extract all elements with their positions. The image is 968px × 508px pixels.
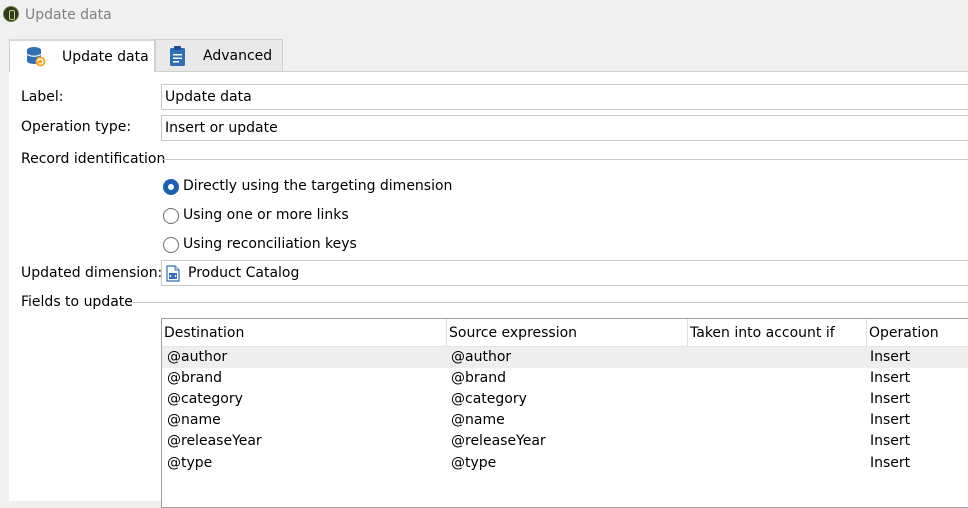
cell-source: @releaseYear	[451, 433, 546, 449]
operation-type-select[interactable]: Insert or update	[161, 115, 968, 141]
radio-button[interactable]	[163, 237, 179, 253]
schema-file-icon	[166, 265, 180, 282]
radio-label: Using reconciliation keys	[183, 236, 357, 252]
database-refresh-icon	[26, 47, 46, 67]
cell-operation: Insert	[870, 412, 911, 428]
table-row[interactable]: @type @type Insert	[162, 453, 968, 474]
cell-destination: @name	[167, 412, 221, 428]
table-row[interactable]: @brand @brand Insert	[162, 368, 968, 389]
column-header-operation[interactable]: Operation	[867, 319, 968, 346]
cell-destination: @brand	[167, 370, 222, 386]
cell-operation: Insert	[870, 349, 911, 365]
cell-operation: Insert	[870, 391, 911, 407]
tab-advanced[interactable]: Advanced	[155, 39, 283, 71]
fields-table[interactable]: Destination Source expression Taken into…	[161, 318, 968, 508]
radio-label: Directly using the targeting dimension	[183, 178, 453, 194]
group-divider	[161, 159, 968, 160]
cell-destination: @releaseYear	[167, 433, 262, 449]
table-row[interactable]: @author @author Insert	[162, 347, 968, 368]
fields-to-update-heading: Fields to update	[21, 294, 133, 310]
column-header-source-expression[interactable]: Source expression	[447, 319, 688, 346]
title-bar: Update data	[0, 0, 968, 30]
app-logo-icon	[3, 6, 19, 22]
window-title: Update data	[25, 7, 112, 23]
cell-source: @author	[451, 349, 512, 365]
radio-button[interactable]	[163, 208, 179, 224]
cell-operation: Insert	[870, 455, 911, 471]
label-value: Update data	[165, 89, 252, 105]
operation-type-caption: Operation type:	[21, 119, 132, 135]
radio-label: Using one or more links	[183, 207, 349, 223]
updated-dimension-value: Product Catalog	[188, 265, 300, 281]
table-row[interactable]: @name @name Insert	[162, 410, 968, 431]
cell-operation: Insert	[870, 433, 911, 449]
cell-source: @brand	[451, 370, 506, 386]
cell-operation: Insert	[870, 370, 911, 386]
updated-dimension-field[interactable]: Product Catalog	[161, 260, 968, 286]
table-header: Destination Source expression Taken into…	[162, 319, 968, 347]
clipboard-icon	[170, 46, 185, 66]
cell-destination: @type	[167, 455, 213, 471]
updated-dimension-caption: Updated dimension:	[21, 265, 163, 281]
tab-label: Advanced	[203, 48, 273, 64]
cell-source: @name	[451, 412, 505, 428]
cell-source: @type	[451, 455, 497, 471]
tab-label: Update data	[62, 49, 149, 65]
column-header-destination[interactable]: Destination	[162, 319, 447, 346]
record-identification-heading: Record identification	[21, 151, 166, 167]
table-row[interactable]: @category @category Insert	[162, 389, 968, 410]
label-field[interactable]: Update data	[161, 84, 968, 110]
label-caption: Label:	[21, 89, 64, 105]
tab-update-data[interactable]: Update data	[9, 39, 155, 72]
group-divider	[128, 302, 968, 303]
column-header-taken-into-account-if[interactable]: Taken into account if	[688, 319, 867, 346]
cell-destination: @author	[167, 349, 228, 365]
table-row[interactable]: @releaseYear @releaseYear Insert	[162, 431, 968, 452]
cell-destination: @category	[167, 391, 243, 407]
cell-source: @category	[451, 391, 527, 407]
operation-type-value: Insert or update	[165, 120, 278, 136]
radio-button-selected[interactable]	[163, 179, 179, 195]
